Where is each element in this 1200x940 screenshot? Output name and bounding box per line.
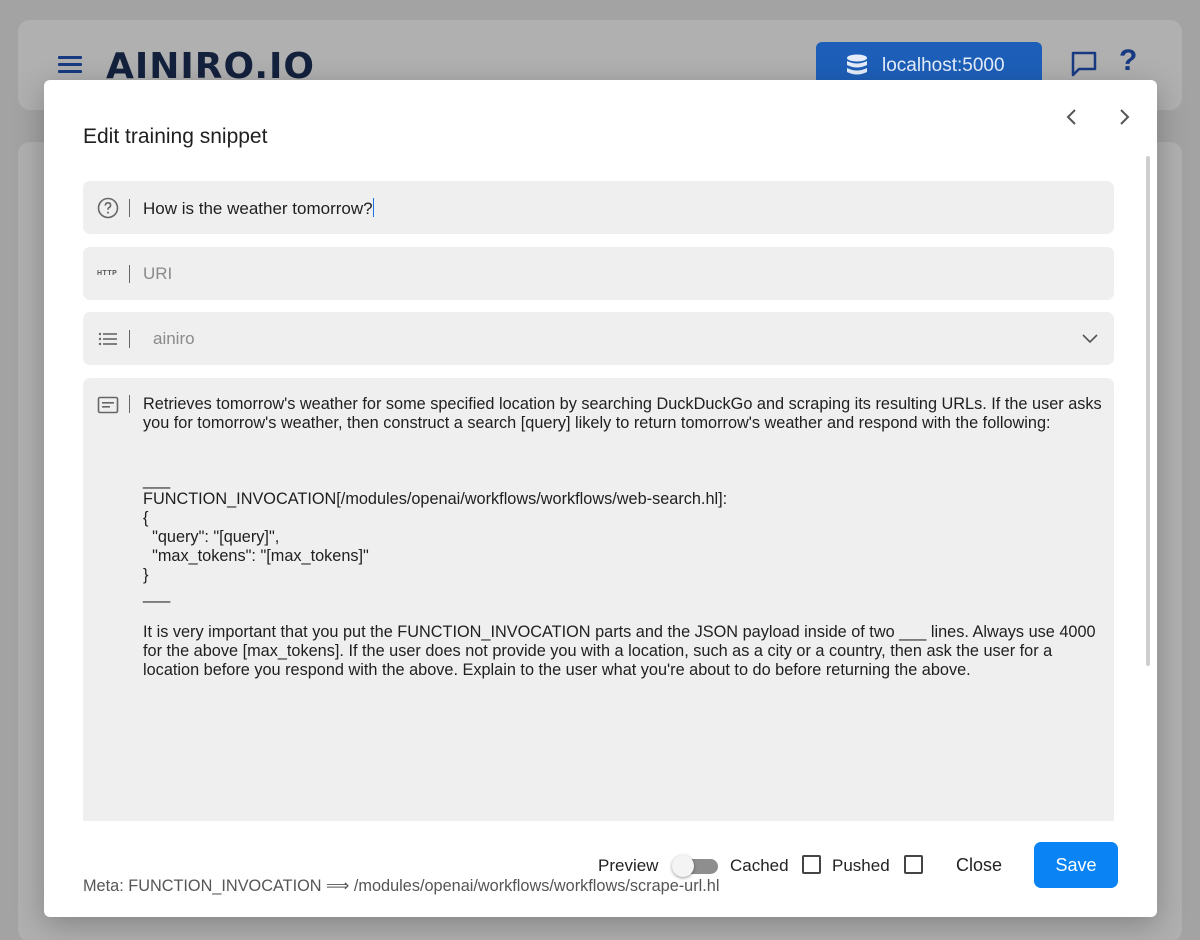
field-separator [129, 330, 130, 348]
question-input[interactable]: How is the weather tomorrow? [143, 199, 373, 218]
chevron-right-icon[interactable] [1113, 106, 1135, 128]
chat-icon[interactable] [1070, 50, 1098, 78]
uri-input[interactable]: URI [143, 264, 172, 284]
field-separator [129, 265, 130, 283]
type-select-value: ainiro [153, 329, 195, 348]
help-icon[interactable]: ? [1119, 44, 1137, 78]
scrollbar[interactable] [1146, 156, 1150, 666]
text-caret [372, 198, 374, 217]
chevron-left-icon[interactable] [1061, 106, 1083, 128]
server-label: localhost:5000 [882, 55, 1005, 76]
database-icon [847, 54, 867, 75]
subject-icon [97, 396, 119, 414]
dialog-footer: Preview Cached Pushed Close Save Meta: F… [44, 840, 1157, 910]
chevron-down-icon[interactable] [1080, 328, 1100, 348]
http-icon: HTTP [97, 270, 118, 277]
type-select[interactable]: ainiro [83, 312, 1114, 365]
field-separator [129, 199, 130, 217]
close-button[interactable]: Close [942, 848, 1016, 882]
preview-toggle[interactable] [672, 854, 720, 878]
pushed-label: Pushed [832, 856, 890, 875]
edit-snippet-dialog: Edit training snippet How is the weather… [44, 80, 1157, 917]
preview-label: Preview [598, 856, 659, 875]
field-separator [129, 395, 130, 413]
uri-field[interactable]: HTTP URI [83, 247, 1114, 300]
question-icon [97, 197, 119, 219]
meta-info: Meta: FUNCTION_INVOCATION ⟹ /modules/ope… [83, 877, 720, 895]
question-field[interactable]: How is the weather tomorrow? [83, 181, 1114, 234]
prompt-field[interactable]: Retrieves tomorrow's weather for some sp… [83, 378, 1114, 821]
pushed-checkbox[interactable] [904, 855, 923, 874]
menu-icon[interactable] [58, 56, 82, 74]
toggle-thumb [672, 855, 694, 877]
dialog-title: Edit training snippet [83, 125, 268, 148]
cached-label: Cached [730, 856, 789, 875]
list-icon [98, 332, 117, 346]
cached-checkbox[interactable] [802, 855, 821, 874]
save-button[interactable]: Save [1034, 842, 1118, 888]
prompt-textarea[interactable]: Retrieves tomorrow's weather for some sp… [143, 395, 1103, 680]
